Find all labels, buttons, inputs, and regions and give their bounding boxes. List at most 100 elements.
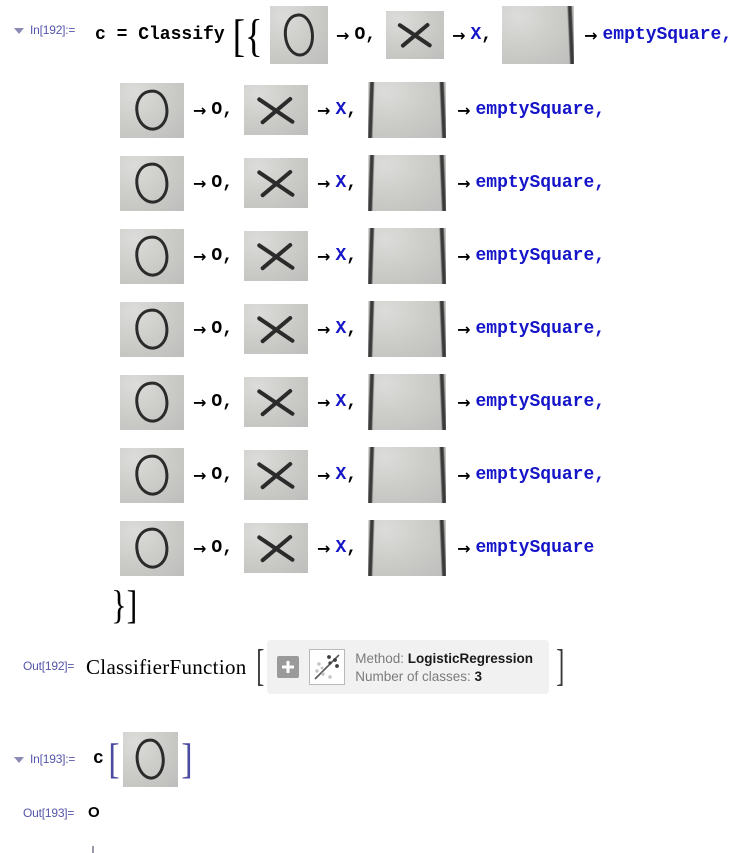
training-row: → O, → X, → emptySquare, (120, 82, 605, 138)
class-label-empty-square[interactable]: emptySquare (475, 246, 594, 266)
comma-separator: , (346, 246, 358, 266)
collapse-triangle-icon[interactable] (14, 757, 24, 763)
class-label-x[interactable]: X (470, 25, 481, 45)
closing-brackets-line: }] (108, 585, 141, 625)
class-label-o[interactable]: O (211, 173, 222, 193)
query-image-o[interactable] (122, 731, 178, 787)
class-label-empty-square[interactable]: emptySquare (475, 392, 594, 412)
training-image-empty-square[interactable] (368, 82, 447, 138)
training-image-o[interactable] (120, 228, 184, 284)
rule-arrow-icon: → (457, 173, 471, 193)
training-row: → O, → X, → emptySquare, (120, 301, 605, 357)
comma-separator: , (346, 173, 358, 193)
class-label-o[interactable]: O (211, 246, 222, 266)
training-image-o[interactable] (120, 82, 184, 138)
class-label-x[interactable]: X (335, 246, 346, 266)
class-label-x[interactable]: X (335, 392, 346, 412)
class-label-empty-square[interactable]: emptySquare (475, 465, 594, 485)
classifier-function-output: ClassifierFunction [ Method: LogisticReg… (86, 640, 568, 694)
training-image-x[interactable] (244, 450, 309, 500)
summary-method-value: LogisticRegression (407, 650, 534, 666)
class-label-o[interactable]: O (211, 392, 222, 412)
handdrawn-x-icon (256, 533, 296, 564)
rule-arrow-icon: → (317, 392, 331, 412)
training-row: → O, → X, → emptySquare, (120, 155, 605, 211)
class-label-x[interactable]: X (335, 465, 346, 485)
training-row: → O, → X, → emptySquare (120, 520, 594, 576)
handdrawn-x-icon (256, 95, 296, 126)
class-label-x[interactable]: X (335, 319, 346, 339)
training-image-empty-square[interactable] (368, 301, 447, 357)
training-image-x[interactable] (244, 158, 309, 208)
training-image-empty-square[interactable] (368, 520, 447, 576)
training-image-x[interactable] (244, 377, 309, 427)
rule-arrow-icon: → (452, 25, 466, 45)
collapse-triangle-icon[interactable] (14, 28, 24, 34)
handdrawn-x-icon (256, 387, 296, 418)
training-image-x[interactable] (244, 523, 309, 573)
training-image-empty-square[interactable] (502, 6, 575, 64)
next-cell-caret (92, 846, 94, 853)
class-label-o[interactable]: O (211, 465, 222, 485)
training-row: → O, → X, → emptySquare, (120, 447, 605, 503)
rule-arrow-icon: → (457, 246, 471, 266)
classifier-summary-box[interactable]: Method: LogisticRegression Number of cla… (267, 640, 550, 694)
class-label-o[interactable]: O (211, 100, 222, 120)
training-image-empty-square[interactable] (368, 447, 447, 503)
rule-arrow-icon: → (317, 465, 331, 485)
class-label-empty-square[interactable]: emptySquare (475, 319, 594, 339)
photo-paper-background (368, 82, 447, 138)
comma-separator: , (721, 25, 733, 45)
training-image-x[interactable] (244, 304, 309, 354)
training-image-o[interactable] (120, 155, 184, 211)
class-label-empty-square[interactable]: emptySquare (475, 538, 594, 558)
class-label-empty-square[interactable]: emptySquare (475, 173, 594, 193)
rule-arrow-icon: → (317, 100, 331, 120)
photo-paper-background (368, 155, 447, 211)
code-line-first: c = Classify [{ → O , → X , → emptySquar… (95, 5, 732, 65)
rule-arrow-icon: → (457, 319, 471, 339)
training-image-o[interactable] (120, 447, 184, 503)
comma-separator: , (346, 538, 358, 558)
rule-arrow-icon: → (317, 319, 331, 339)
comma-separator: , (222, 319, 234, 339)
comma-separator: , (222, 100, 234, 120)
classifier-function-head: ClassifierFunction (86, 654, 247, 679)
class-label-x[interactable]: X (335, 538, 346, 558)
training-image-o[interactable] (270, 6, 329, 64)
apply-symbol-c[interactable]: c (93, 749, 104, 769)
comma-separator: , (222, 392, 234, 412)
rule-arrow-icon: → (336, 25, 350, 45)
training-image-o[interactable] (120, 374, 184, 430)
comma-separator: , (346, 319, 358, 339)
expand-plus-button[interactable] (277, 656, 300, 678)
comma-separator: , (594, 392, 606, 412)
comma-separator: , (346, 100, 358, 120)
rule-arrow-icon: → (584, 25, 598, 45)
training-image-x[interactable] (244, 231, 309, 281)
training-image-empty-square[interactable] (368, 374, 447, 430)
class-label-o[interactable]: O (354, 25, 365, 45)
assignment-expression[interactable]: c = Classify (95, 25, 225, 45)
cell-label-out-192: Out[192]= (23, 659, 75, 673)
class-label-empty-square[interactable]: emptySquare (475, 100, 594, 120)
comma-separator: , (594, 246, 606, 266)
summary-classes-row: Number of classes: 3 (355, 669, 533, 684)
training-image-x[interactable] (244, 85, 309, 135)
training-image-x[interactable] (386, 11, 445, 59)
class-label-o[interactable]: O (211, 319, 222, 339)
class-label-x[interactable]: X (335, 173, 346, 193)
summary-method-label: Method: (355, 650, 404, 666)
rule-arrow-icon: → (457, 100, 471, 120)
training-row: → O, → X, → emptySquare, (120, 374, 605, 430)
training-image-empty-square[interactable] (368, 155, 447, 211)
class-label-empty-square[interactable]: emptySquare (603, 25, 722, 45)
training-image-o[interactable] (120, 301, 184, 357)
rule-arrow-icon: → (317, 173, 331, 193)
class-label-x[interactable]: X (335, 100, 346, 120)
class-label-o[interactable]: O (211, 538, 222, 558)
rule-arrow-icon: → (317, 246, 331, 266)
summary-classes-label: Number of classes: (355, 668, 471, 684)
training-image-empty-square[interactable] (368, 228, 447, 284)
training-image-o[interactable] (120, 520, 184, 576)
